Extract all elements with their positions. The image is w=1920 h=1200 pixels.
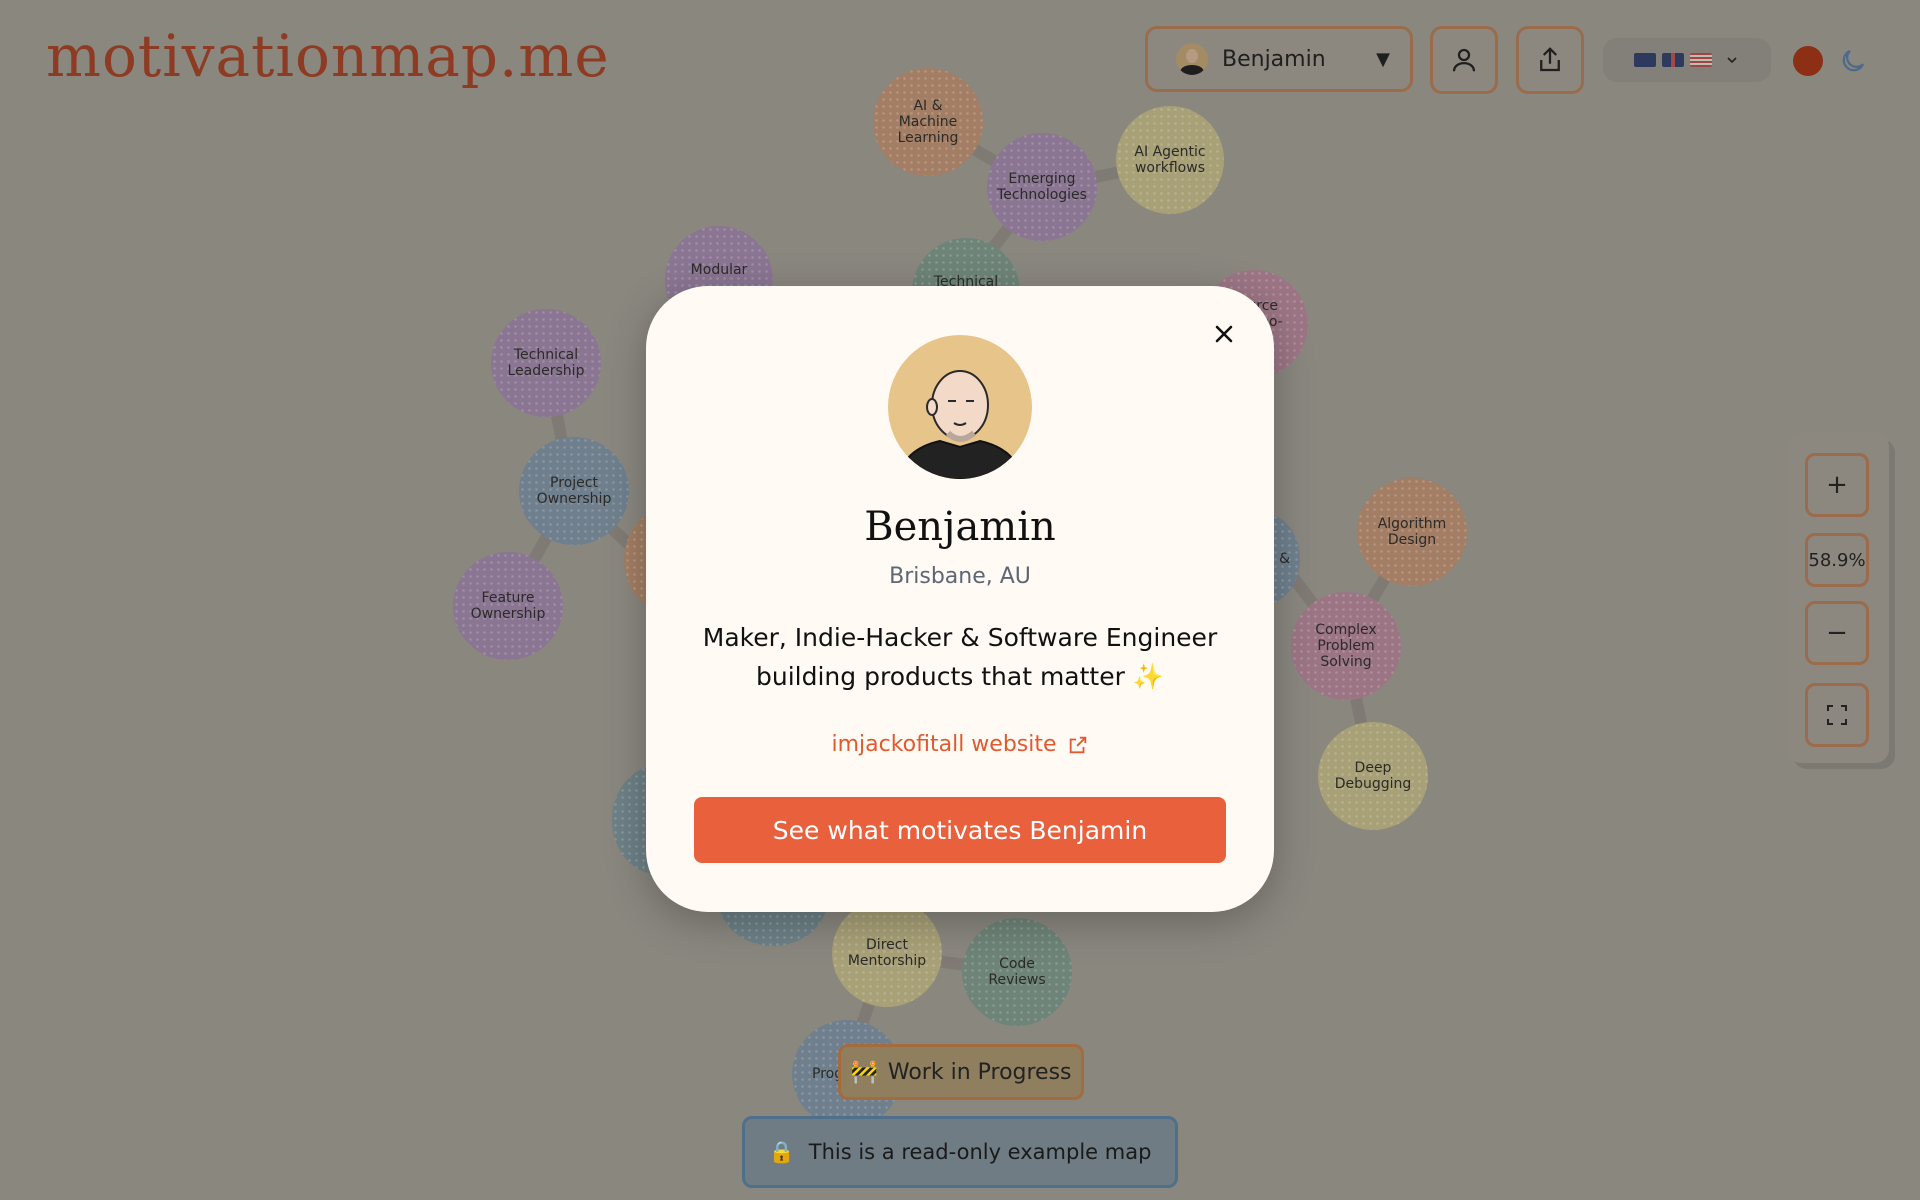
read-only-label: This is a read-only example map (808, 1140, 1152, 1164)
map-node[interactable]: AI & Machine Learning (873, 68, 983, 176)
app-logo[interactable]: motivationmap.me (46, 22, 610, 90)
zoom-controls: + 58.9% − (1787, 433, 1889, 763)
avatar (1176, 43, 1208, 75)
zoom-level: 58.9% (1805, 533, 1869, 587)
map-node[interactable]: Code Reviews (962, 918, 1072, 1026)
work-in-progress-badge: 🚧 Work in Progress (838, 1044, 1084, 1100)
map-node[interactable]: Project Ownership (519, 437, 629, 545)
portrait-illustration (896, 370, 1024, 479)
zoom-in-button[interactable]: + (1805, 453, 1869, 517)
profile-bio: Maker, Indie-Hacker & Software Engineer … (696, 618, 1224, 696)
map-node[interactable]: Deep Debugging (1318, 722, 1428, 830)
moon-icon[interactable] (1838, 46, 1868, 76)
profile-modal: Benjamin Brisbane, AU Maker, Indie-Hacke… (646, 286, 1274, 912)
user-icon (1452, 48, 1476, 72)
map-node[interactable]: Emerging Technologies (987, 133, 1097, 241)
website-link[interactable]: imjackofitall website (646, 732, 1274, 757)
flag-uk-icon (1662, 53, 1684, 67)
lock-icon: 🔒 (768, 1139, 795, 1164)
chevron-down-icon (1727, 57, 1737, 64)
close-button[interactable] (1208, 318, 1240, 350)
share-button[interactable] (1516, 26, 1584, 94)
language-selector[interactable] (1603, 38, 1771, 82)
flag-us-icon (1690, 53, 1712, 67)
bio-line: Maker, Indie-Hacker & Software Engineer (702, 623, 1218, 652)
user-select-name: Benjamin (1222, 46, 1326, 72)
caret-down-icon: ▼ (1376, 48, 1390, 70)
read-only-banner: 🔒 This is a read-only example map (742, 1116, 1178, 1188)
profile-location: Brisbane, AU (889, 564, 1031, 589)
profile-button[interactable] (1430, 26, 1498, 94)
fit-view-button[interactable] (1805, 683, 1869, 747)
wip-label: Work in Progress (887, 1059, 1072, 1085)
bio-line: building products that matter ✨ (756, 662, 1164, 691)
map-node[interactable]: AI Agentic workflows (1116, 106, 1224, 214)
user-select-dropdown[interactable]: Benjamin ▼ (1145, 26, 1413, 92)
zoom-out-button[interactable]: − (1805, 601, 1869, 665)
website-link-label: imjackofitall website (831, 732, 1057, 757)
flag-au-icon (1634, 53, 1656, 67)
map-node[interactable]: Technical Leadership (491, 309, 601, 417)
see-motivations-button[interactable]: See what motivates Benjamin (694, 797, 1226, 863)
light-theme-toggle[interactable] (1793, 46, 1823, 76)
construction-icon: 🚧 (850, 1059, 878, 1085)
profile-name: Benjamin (864, 504, 1056, 550)
map-node[interactable]: Direct Mentorship (832, 899, 942, 1007)
fullscreen-icon (1827, 705, 1847, 725)
external-link-icon (1069, 736, 1086, 753)
map-node[interactable]: Algorithm Design (1357, 478, 1467, 586)
map-node[interactable]: Complex Problem Solving (1291, 592, 1401, 700)
close-icon (1215, 325, 1233, 343)
profile-avatar (888, 335, 1032, 479)
sparkle-icon: ✨ (1132, 662, 1164, 691)
share-icon (1540, 47, 1560, 72)
map-node[interactable]: Feature Ownership (453, 552, 563, 660)
